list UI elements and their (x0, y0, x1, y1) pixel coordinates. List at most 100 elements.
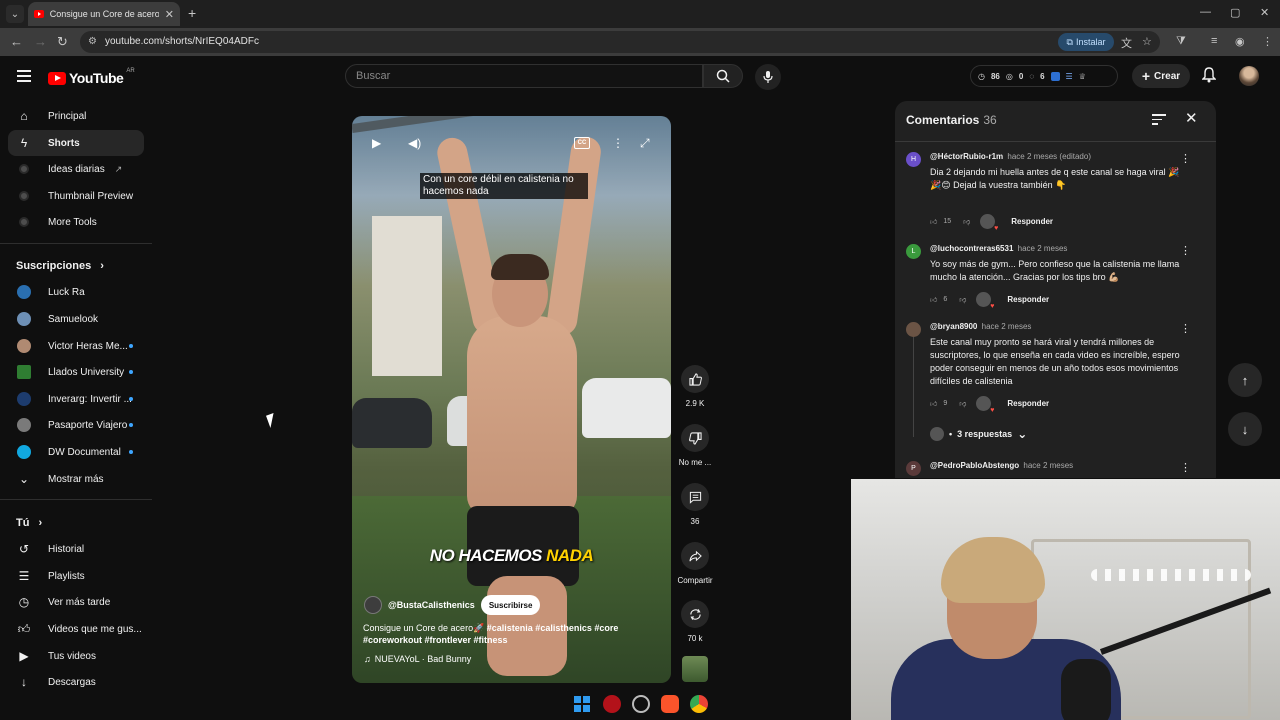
forward-arrow-icon[interactable]: → (34, 34, 47, 49)
new-content-dot (129, 397, 133, 401)
sidebar-sub-samuelook[interactable]: Samuelook (8, 306, 144, 332)
reload-icon[interactable]: ↻ (57, 34, 68, 50)
sidebar-sub-dw-documental[interactable]: DW Documental (8, 439, 144, 465)
channel-name[interactable]: @BustaCalisthenics (388, 600, 475, 610)
thumbs-up-icon[interactable]: 👍︎ (930, 295, 937, 304)
browser-menu-icon[interactable]: ⋮ (1262, 35, 1273, 48)
thumbs-down-icon[interactable]: 👎︎ (963, 217, 970, 226)
comment-more-icon[interactable]: ⋮ (1180, 322, 1191, 335)
channel-avatar[interactable] (364, 596, 382, 614)
captions-cc-icon[interactable]: CC (574, 137, 590, 149)
reply-button[interactable]: Responder (1007, 295, 1049, 304)
sidebar-item-ver-mas-tarde[interactable]: ◷ Ver más tarde (8, 589, 144, 615)
brave-browser-icon[interactable] (661, 695, 679, 713)
sort-comments-icon[interactable] (1152, 114, 1166, 128)
profile-icon[interactable]: ◉ (1235, 35, 1245, 48)
extension-stats-pill[interactable]: ◷ 86 ◎ 0 ◌ 6 ☰ ♕ (970, 65, 1118, 87)
thumbs-down-icon[interactable]: 👎︎ (959, 295, 966, 304)
comment-avatar[interactable]: H (906, 152, 921, 167)
previous-short-arrow-up-icon[interactable]: ↑ (1228, 363, 1262, 397)
volume-icon[interactable]: ◀) (408, 136, 421, 150)
tab-list-chevron-icon[interactable]: ⌄ (6, 5, 24, 23)
comment-avatar[interactable]: P (906, 461, 921, 476)
video-description[interactable]: Consigue un Core de acero🚀 #calistenia #… (363, 622, 633, 646)
sidebar-item-shorts[interactable]: ϟ Shorts (8, 130, 144, 156)
new-tab-plus-icon[interactable]: + (188, 5, 196, 21)
sidebar-item-playlists[interactable]: ☰ Playlists (8, 563, 144, 589)
bookmark-star-icon[interactable]: ☆ (1142, 35, 1152, 48)
sidebar-item-principal[interactable]: ⌂ Principal (8, 103, 144, 129)
comment-more-icon[interactable]: ⋮ (1180, 244, 1191, 257)
taskbar-app-icon[interactable] (632, 695, 650, 713)
sidebar-item-historial[interactable]: ↺ Historial (8, 536, 144, 562)
view-replies-button[interactable]: • 3 respuestas ⌄ (930, 427, 1027, 441)
chrome-browser-icon[interactable] (690, 695, 708, 713)
remix-button[interactable]: 70 k (674, 600, 716, 643)
user-avatar[interactable] (1239, 66, 1259, 86)
sidebar-sub-pasaporte-viajero[interactable]: Pasaporte Viajero (8, 412, 144, 438)
comment-author[interactable]: @luchocontreras6531 (930, 244, 1013, 253)
comment-author[interactable]: @bryan8900 (930, 322, 977, 331)
comment-author[interactable]: @PedroPabloAbstengo (930, 461, 1019, 470)
sidebar-sub-luck-ra[interactable]: Luck Ra (8, 279, 144, 305)
voice-search-button[interactable] (755, 64, 781, 90)
play-icon[interactable]: ▶ (372, 136, 381, 150)
shorts-video-player[interactable]: ▶ ◀) CC ⋮ ⤢ Con un core débil en caliste… (352, 116, 671, 683)
reply-button[interactable]: Responder (1011, 217, 1053, 226)
subscriptions-heading[interactable]: Suscripciones › (16, 260, 104, 272)
browser-tab-active[interactable]: Consigue un Core de acero🚀 S ✕ (28, 2, 180, 26)
sidebar-sub-victor-heras[interactable]: Victor Heras Me... (8, 333, 144, 359)
sidebar-item-label: Ideas diarias (48, 163, 105, 175)
search-button[interactable] (703, 64, 743, 88)
fullscreen-icon[interactable]: ⤢ (640, 136, 650, 151)
menu-hamburger-icon[interactable] (17, 70, 31, 85)
sidebar-sub-inverarg[interactable]: Inverarg: Invertir ... (8, 386, 144, 412)
sound-thumbnail[interactable] (682, 656, 708, 682)
you-heading[interactable]: Tú › (16, 517, 42, 529)
sidebar-show-more[interactable]: ⌄ Mostrar más (8, 466, 144, 492)
share-button[interactable]: Compartir (674, 542, 716, 585)
site-info-icon[interactable]: ⚙ (88, 36, 97, 47)
sidebar-item-descargas[interactable]: ↓ Descargas (8, 669, 144, 695)
comment-more-icon[interactable]: ⋮ (1180, 152, 1191, 165)
extensions-puzzle-icon[interactable]: ⧩ (1176, 35, 1186, 48)
thumbs-down-icon[interactable]: 👎︎ (959, 399, 966, 408)
address-bar[interactable]: ⚙ youtube.com/shorts/NrIEQ04ADFc (80, 31, 1160, 53)
window-close-icon[interactable]: ✕ (1260, 6, 1269, 19)
notifications-bell-icon[interactable] (1201, 67, 1217, 88)
translate-icon[interactable]: 文 (1121, 35, 1132, 51)
create-button[interactable]: + Crear (1132, 64, 1190, 88)
reply-button[interactable]: Responder (1007, 399, 1049, 408)
comment-avatar[interactable]: L (906, 244, 921, 259)
reading-list-icon[interactable]: ≡ (1211, 35, 1217, 47)
video-more-icon[interactable]: ⋮ (612, 136, 624, 150)
restore-icon[interactable]: ▢ (1230, 6, 1240, 19)
minimize-icon[interactable]: — (1200, 6, 1211, 18)
windows-start-icon[interactable] (573, 695, 591, 713)
sidebar-item-tus-videos[interactable]: ▶ Tus videos (8, 643, 144, 669)
next-short-arrow-down-icon[interactable]: ↓ (1228, 412, 1262, 446)
comments-button[interactable]: 36 (674, 483, 716, 526)
comment-author[interactable]: @HéctorRubio-r1m (930, 152, 1003, 161)
music-credit[interactable]: ♫ NUEVAYoL · Bad Bunny (364, 654, 471, 664)
youtube-logo[interactable]: YouTube AR (48, 68, 135, 86)
sidebar-item-ideas-diarias[interactable]: Ideas diarias ↗ (8, 156, 144, 182)
sidebar-sub-llados-university[interactable]: Llados University (8, 359, 144, 385)
sidebar-item-liked-videos[interactable]: 👍︎ Videos que me gus... (8, 616, 144, 642)
tab-close-icon[interactable]: ✕ (165, 8, 174, 21)
dislike-button[interactable]: No me ... (674, 424, 716, 467)
thumbs-up-icon[interactable]: 👍︎ (930, 399, 937, 408)
comment-avatar[interactable] (906, 322, 921, 337)
back-arrow-icon[interactable]: ← (10, 34, 23, 49)
sidebar-item-more-tools[interactable]: More Tools (8, 209, 144, 235)
thumbs-up-icon[interactable]: 👍︎ (930, 217, 937, 226)
like-button[interactable]: 2.9 K (674, 365, 716, 408)
search-input[interactable]: Buscar (345, 64, 703, 88)
close-comments-icon[interactable]: ✕ (1185, 109, 1198, 127)
sidebar-item-thumbnail-preview[interactable]: Thumbnail Preview (8, 183, 144, 209)
comment-more-icon[interactable]: ⋮ (1180, 461, 1191, 474)
subscribe-button[interactable]: Suscribirse (480, 595, 541, 615)
extension-icon (16, 217, 32, 227)
taskbar-app-icon[interactable] (603, 695, 621, 713)
install-app-button[interactable]: ⧉ Instalar (1058, 33, 1114, 51)
